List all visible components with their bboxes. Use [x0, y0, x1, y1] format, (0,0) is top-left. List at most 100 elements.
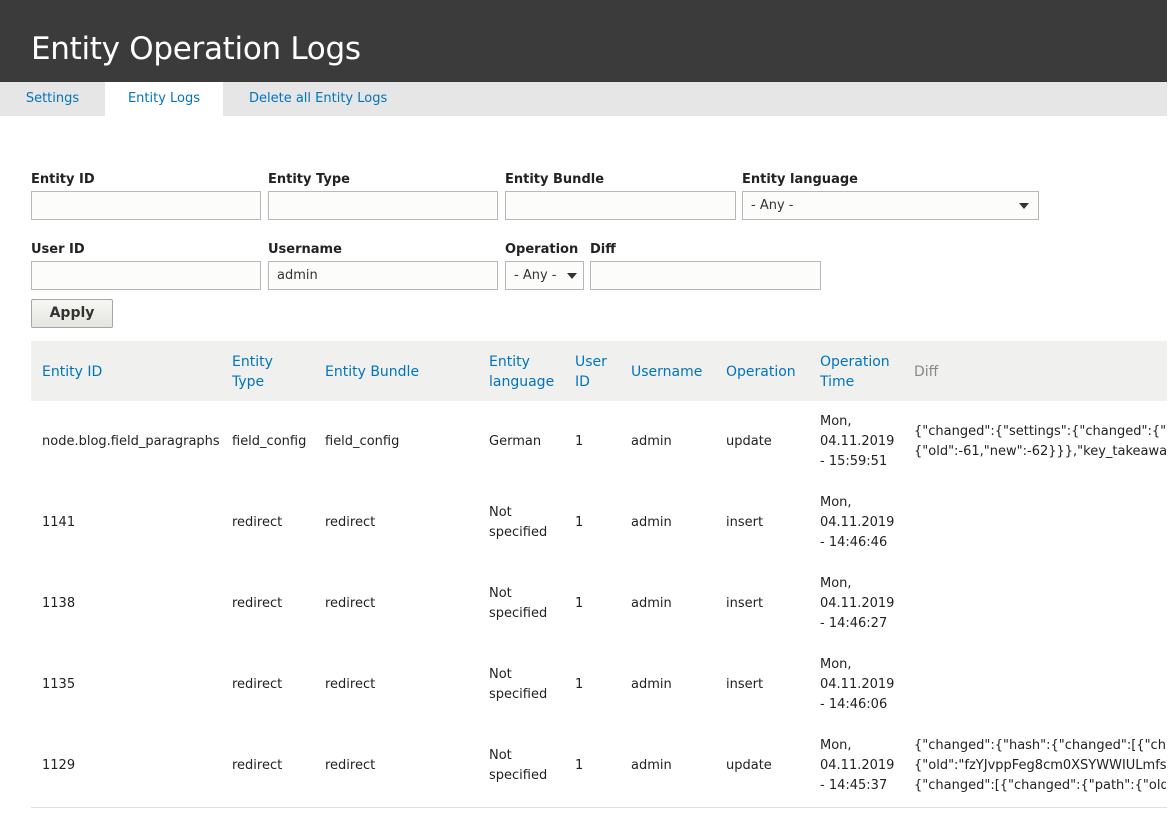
cell-line: - 14:46:46: [820, 535, 888, 550]
cell-entity-type: redirect: [232, 677, 283, 692]
column-header-username[interactable]: Username: [631, 362, 702, 382]
cell-language: Not specified: [489, 665, 547, 705]
tab-delete-all-entity-logs[interactable]: Delete all Entity Logs: [249, 82, 387, 116]
cell-line: - 14:46:06: [820, 697, 888, 712]
cell-language: Not specified: [489, 503, 547, 543]
page-header: Entity Operation Logs: [0, 0, 1167, 82]
page-title: Entity Operation Logs: [31, 31, 361, 67]
entity-language-label: Entity language: [742, 172, 858, 187]
cell-entity-type: redirect: [232, 758, 283, 773]
cell-line: Not: [489, 667, 512, 682]
cell-operation: update: [726, 758, 772, 773]
cell-line: {"old":"fzYJvppFeg8cm0XSYWWIULmfscddX": [914, 758, 1166, 773]
table-row: node.blog.field_paragraphs field_config fi…: [31, 402, 1167, 484]
entity-type-label: Entity Type: [268, 172, 350, 187]
cell-language: Not specified: [489, 584, 547, 624]
cell-line: 04.11.2019: [820, 515, 895, 530]
column-header-entity-bundle[interactable]: Entity Bundle: [325, 362, 419, 382]
cell-entity-type: redirect: [232, 596, 283, 611]
table-row: 1138 redirect redirect Not specified 1 admin in…: [31, 564, 1167, 646]
cell-operation: insert: [726, 677, 764, 692]
cell-line: 04.11.2019: [820, 758, 895, 773]
entity-language-selected: - Any -: [751, 198, 794, 213]
cell-entity-id: 1141: [42, 515, 76, 530]
tab-bar: Settings Entity Logs Delete all Entity L…: [0, 82, 1167, 116]
username-label: Username: [268, 242, 342, 257]
cell-line: 04.11.2019: [820, 596, 895, 611]
cell-operation: insert: [726, 515, 764, 530]
tab-settings[interactable]: Settings: [0, 82, 105, 116]
cell-user-id: 1: [575, 596, 584, 611]
cell-line: {"changed":{"hash":{"changed":[{"changed…: [914, 738, 1166, 753]
cell-entity-bundle: redirect: [325, 596, 376, 611]
cell-operation: insert: [726, 596, 764, 611]
cell-time: Mon, 04.11.2019 - 14:46:06: [820, 655, 894, 715]
diff-label: Diff: [590, 242, 616, 257]
operation-select[interactable]: - Any -: [505, 261, 584, 290]
cell-username: admin: [631, 596, 672, 611]
cell-time: Mon, 04.11.2019 - 15:59:51: [820, 412, 894, 472]
cell-entity-bundle: redirect: [325, 677, 376, 692]
header-line: language: [489, 374, 555, 390]
table-row: 1135 redirect redirect Not specified 1 admin in…: [31, 645, 1167, 727]
diff-input[interactable]: [590, 261, 821, 290]
cell-line: - 15:59:51: [820, 454, 888, 469]
column-header-user-id[interactable]: User ID: [575, 352, 607, 392]
column-header-operation-time[interactable]: Operation Time: [820, 352, 890, 392]
header-line: Entity: [232, 354, 273, 370]
cell-username: admin: [631, 515, 672, 530]
tab-entity-logs[interactable]: Entity Logs: [105, 82, 223, 116]
column-header-entity-language[interactable]: Entity language: [489, 352, 554, 392]
header-line: Entity: [489, 354, 530, 370]
cell-line: Mon,: [820, 657, 852, 672]
cell-diff: {"changed":{"settings":{"changed":{"hand…: [914, 422, 1166, 462]
cell-diff: {"changed":{"hash":{"changed":[{"changed…: [914, 736, 1166, 796]
header-line: ID: [575, 374, 590, 390]
entity-bundle-input[interactable]: [505, 191, 736, 220]
cell-entity-id: 1129: [42, 758, 76, 773]
cell-line: - 14:45:37: [820, 778, 888, 793]
cell-line: Not: [489, 586, 512, 601]
column-header-entity-id[interactable]: Entity ID: [42, 362, 102, 382]
cell-time: Mon, 04.11.2019 - 14:46:46: [820, 493, 894, 553]
cell-user-id: 1: [575, 515, 584, 530]
cell-line: specified: [489, 606, 548, 621]
table-row: 1129 redirect redirect Not specified 1 admin up…: [31, 726, 1167, 808]
cell-entity-bundle: field_config: [325, 434, 400, 449]
cell-entity-bundle: redirect: [325, 515, 376, 530]
entity-type-input[interactable]: [268, 191, 498, 220]
header-line: Type: [232, 374, 265, 390]
entity-language-select[interactable]: - Any -: [742, 191, 1039, 220]
table-row: 1141 redirect redirect Not specified 1 admin in…: [31, 483, 1167, 565]
chevron-down-icon: [1019, 203, 1029, 209]
cell-entity-id: 1135: [42, 677, 76, 692]
cell-line: Mon,: [820, 576, 852, 591]
cell-username: admin: [631, 434, 672, 449]
cell-line: Mon,: [820, 738, 852, 753]
user-id-input[interactable]: [31, 261, 261, 290]
cell-line: Mon,: [820, 495, 852, 510]
entity-id-label: Entity ID: [31, 172, 95, 187]
cell-entity-type: field_config: [232, 434, 307, 449]
cell-line: specified: [489, 525, 548, 540]
operation-selected: - Any -: [514, 268, 557, 283]
apply-button[interactable]: Apply: [31, 299, 113, 328]
username-input[interactable]: admin: [268, 261, 498, 290]
column-header-entity-type[interactable]: Entity Type: [232, 352, 273, 392]
cell-entity-id: node.blog.field_paragraphs: [42, 434, 220, 449]
cell-line: German: [489, 434, 542, 449]
cell-time: Mon, 04.11.2019 - 14:45:37: [820, 736, 894, 796]
cell-line: - 14:46:27: [820, 616, 888, 631]
operation-label: Operation: [505, 242, 579, 257]
cell-user-id: 1: [575, 758, 584, 773]
cell-operation: update: [726, 434, 772, 449]
cell-username: admin: [631, 677, 672, 692]
cell-language: Not specified: [489, 746, 547, 786]
cell-line: specified: [489, 687, 548, 702]
header-line: Time: [820, 374, 855, 390]
column-header-operation[interactable]: Operation: [726, 362, 796, 382]
cell-entity-id: 1138: [42, 596, 76, 611]
chevron-down-icon: [567, 273, 577, 279]
entity-id-input[interactable]: [31, 191, 261, 220]
user-id-label: User ID: [31, 242, 85, 257]
